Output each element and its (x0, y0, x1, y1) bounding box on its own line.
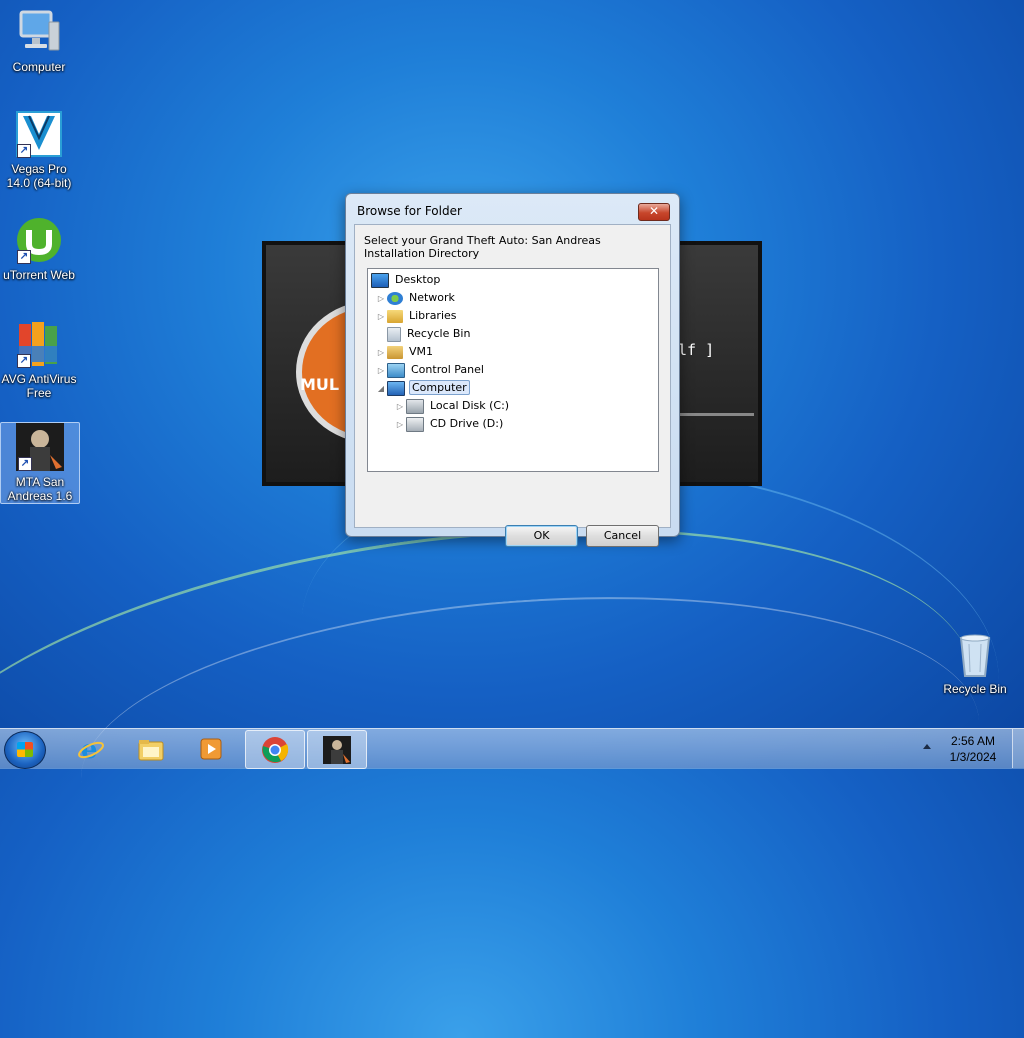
media-player-icon (200, 738, 222, 760)
tree-item-cd-drive[interactable]: ▷ CD Drive (D:) (394, 415, 505, 432)
expand-arrow-icon[interactable]: ▷ (375, 290, 387, 307)
tree-item-label: VM1 (409, 345, 434, 358)
desktop-icon-label: MTA San Andreas 1.6 (7, 475, 73, 503)
shortcut-arrow-icon: ↗ (17, 250, 31, 264)
desktop-icon-label: Recycle Bin (943, 682, 1007, 696)
folder-icon (138, 740, 164, 761)
internet-explorer-icon: e (78, 735, 104, 763)
tree-item-libraries[interactable]: ▷ Libraries (375, 307, 459, 324)
clock-date: 1/3/2024 (949, 750, 997, 764)
folder-tree[interactable]: Desktop ▷ Network ▷ Libraries Recycle Bin … (367, 268, 659, 472)
taskbar-clock[interactable]: 2:56 AM 1/3/2024 (940, 733, 1006, 765)
desktop-icon-recycle-bin[interactable]: Recycle Bin (936, 630, 1014, 696)
desktop-icon-utorrent[interactable]: ↗ uTorrent Web (0, 216, 78, 282)
tree-item-computer[interactable]: ◢ Computer (375, 379, 470, 396)
dialog-title: Browse for Folder (357, 204, 462, 218)
tree-item-label: CD Drive (D:) (430, 417, 504, 430)
expand-arrow-icon[interactable]: ▷ (375, 308, 387, 325)
computer-icon (387, 380, 405, 396)
tree-item-control-panel[interactable]: ▷ Control Panel (375, 361, 486, 378)
desktop-icon-label: Vegas Pro 14.0 (64-bit) (6, 162, 72, 190)
tree-item-label: Local Disk (C:) (430, 399, 510, 412)
expand-arrow-icon[interactable]: ▷ (375, 344, 387, 361)
splash-text: lf ] (678, 341, 715, 359)
taskbar-internet-explorer[interactable]: e (62, 730, 120, 767)
tree-item-label: Control Panel (411, 363, 484, 376)
tree-item-label: Recycle Bin (407, 327, 471, 340)
taskbar-mta-san-andreas[interactable] (307, 730, 367, 769)
tree-item-desktop[interactable]: Desktop (371, 271, 442, 288)
tree-item-label: Computer (409, 380, 470, 395)
shortcut-arrow-icon: ↗ (17, 144, 31, 158)
close-button[interactable]: ✕ (638, 203, 670, 221)
avg-icon: ↗ (15, 320, 63, 368)
tree-item-local-disk[interactable]: ▷ Local Disk (C:) (394, 397, 511, 414)
close-icon: ✕ (648, 204, 660, 218)
collapse-arrow-icon[interactable]: ◢ (375, 380, 387, 397)
tree-item-recycle-bin[interactable]: Recycle Bin (387, 325, 472, 342)
splash-progress-bar (678, 413, 754, 416)
tree-item-label: Network (409, 291, 455, 304)
network-icon (387, 291, 403, 305)
vegas-pro-icon: ↗ (15, 110, 63, 158)
control-panel-icon (387, 362, 405, 378)
show-desktop-button[interactable] (1012, 729, 1024, 768)
splash-logo-text: MUL (300, 375, 340, 394)
taskbar-windows-explorer[interactable] (122, 730, 180, 767)
cd-drive-icon (406, 416, 424, 432)
expand-arrow-icon[interactable]: ▷ (375, 362, 387, 379)
utorrent-icon: ↗ (15, 216, 63, 264)
cancel-button[interactable]: Cancel (586, 525, 659, 547)
shortcut-arrow-icon: ↗ (17, 354, 31, 368)
user-folder-icon (387, 345, 403, 359)
tree-item-vm1[interactable]: ▷ VM1 (375, 343, 435, 360)
computer-icon (15, 8, 63, 56)
mta-icon (323, 736, 351, 764)
desktop-icon (371, 272, 389, 288)
desktop-icon-label: Computer (12, 60, 66, 74)
tree-item-label: Libraries (409, 309, 457, 322)
show-hidden-icons-chevron-icon[interactable] (923, 744, 931, 749)
windows-logo-icon (17, 742, 33, 757)
desktop-icon-vegas-pro[interactable]: ↗ Vegas Pro 14.0 (64-bit) (0, 110, 78, 190)
chrome-icon (262, 737, 289, 763)
ok-button[interactable]: OK (505, 525, 578, 547)
tree-item-label: Desktop (395, 273, 441, 286)
recycle-bin-icon (951, 630, 999, 678)
desktop-icon-label: AVG AntiVirus Free (1, 372, 77, 400)
taskbar-media-player[interactable] (182, 730, 240, 767)
start-button[interactable] (4, 731, 46, 769)
expand-arrow-icon[interactable]: ▷ (394, 416, 406, 433)
browse-for-folder-dialog: Browse for Folder ✕ Select your Grand Th… (345, 193, 680, 547)
clock-time: 2:56 AM (950, 734, 996, 748)
mta-icon: ↗ (16, 423, 64, 471)
tree-item-network[interactable]: ▷ Network (375, 289, 457, 306)
desktop-icon-label: uTorrent Web (3, 268, 75, 282)
desktop-icon-mta[interactable]: ↗ MTA San Andreas 1.6 (0, 422, 80, 504)
local-disk-icon (406, 398, 424, 414)
desktop-icon-avg[interactable]: ↗ AVG AntiVirus Free (0, 320, 78, 400)
desktop-icon-computer[interactable]: Computer (0, 8, 78, 74)
dialog-client: Select your Grand Theft Auto: San Andrea… (354, 224, 671, 547)
recycle-bin-icon (387, 326, 401, 342)
dialog-prompt: Select your Grand Theft Auto: San Andrea… (364, 234, 601, 260)
taskbar: e (0, 728, 1024, 769)
expand-arrow-icon[interactable]: ▷ (394, 398, 406, 415)
libraries-icon (387, 309, 403, 323)
shortcut-arrow-icon: ↗ (18, 457, 32, 471)
taskbar-google-chrome[interactable] (245, 730, 305, 769)
